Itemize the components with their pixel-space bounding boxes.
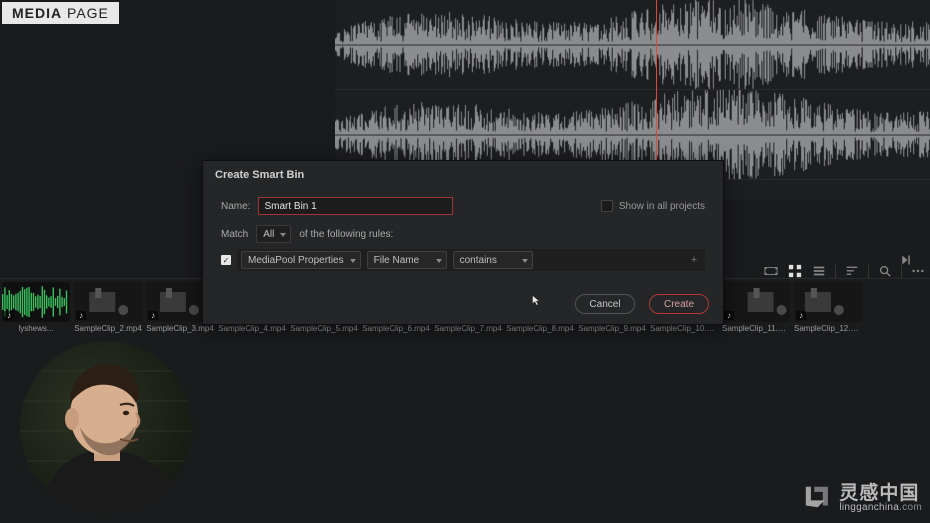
grid-icon[interactable] bbox=[787, 264, 803, 278]
bin-name-input[interactable] bbox=[258, 197, 453, 215]
clip-name-label: SampleClip_12.mp4 bbox=[794, 324, 862, 333]
music-note-icon: ♪ bbox=[76, 311, 86, 320]
show-all-checkbox[interactable] bbox=[601, 200, 613, 212]
page-badge: MEDIA PAGE bbox=[2, 2, 119, 24]
music-note-icon: ♪ bbox=[4, 311, 14, 320]
page-badge-bold: MEDIA bbox=[12, 5, 62, 21]
options-icon[interactable] bbox=[910, 264, 926, 278]
clip-name-label: SampleClip_2.mp4 bbox=[74, 324, 142, 333]
clip-name-label: SampleClip_5.mp4 bbox=[290, 324, 358, 333]
waveform-canvas-1 bbox=[335, 0, 930, 89]
clip-item[interactable]: ♪ SampleClip_2.mp4 bbox=[74, 282, 142, 338]
clip-name-label: SampleClip_3.mp4 bbox=[146, 324, 214, 333]
add-rule-button[interactable]: + bbox=[687, 253, 701, 267]
dialog-title: Create Smart Bin bbox=[203, 161, 723, 187]
music-note-icon: ♪ bbox=[724, 311, 734, 320]
watermark-text: 灵感中国 lingganchina.com bbox=[839, 484, 922, 513]
clip-name-label: SampleClip_7.mp4 bbox=[434, 324, 502, 333]
list-icon[interactable] bbox=[811, 264, 827, 278]
match-select[interactable]: All bbox=[256, 225, 291, 243]
cursor-icon bbox=[531, 294, 543, 309]
clip-thumbnail[interactable]: ♪ bbox=[2, 282, 70, 322]
clip-item[interactable]: ♪ SampleClip_12.mp4 bbox=[794, 282, 862, 338]
watermark: 灵感中国 lingganchina.com bbox=[799, 480, 922, 517]
create-smart-bin-dialog: Create Smart Bin Name: Show in all proje… bbox=[202, 160, 724, 325]
clip-thumbnail[interactable]: ♪ bbox=[722, 282, 790, 322]
film-strip-icon[interactable] bbox=[763, 264, 779, 278]
show-all-label: Show in all projects bbox=[619, 201, 705, 212]
clip-name-label: SampleClip_9.mp4 bbox=[578, 324, 646, 333]
clip-name-label: SampleClip_6.mp4 bbox=[362, 324, 430, 333]
clip-name-label: SampleClip_11.mp4 bbox=[722, 324, 790, 333]
music-note-icon: ♪ bbox=[796, 311, 806, 320]
rule-source-select[interactable]: MediaPool Properties bbox=[241, 251, 361, 269]
clip-item[interactable]: ♪ lyshews... bbox=[2, 282, 70, 338]
clip-name-label: SampleClip_4.mp4 bbox=[218, 324, 286, 333]
cancel-button[interactable]: Cancel bbox=[575, 294, 635, 314]
separator-icon bbox=[868, 264, 869, 278]
clip-thumbnail[interactable]: ♪ bbox=[794, 282, 862, 322]
clip-name-label: lyshews... bbox=[2, 324, 70, 333]
show-in-all-projects-row[interactable]: Show in all projects bbox=[601, 200, 705, 212]
sort-icon[interactable] bbox=[844, 264, 860, 278]
watermark-logo-icon bbox=[799, 480, 833, 517]
search-icon[interactable] bbox=[877, 264, 893, 278]
match-suffix: of the following rules: bbox=[299, 229, 393, 240]
clip-item[interactable]: ♪ SampleClip_11.mp4 bbox=[722, 282, 790, 338]
match-label: Match bbox=[221, 229, 248, 240]
rule-field-select[interactable]: File Name bbox=[367, 251, 447, 269]
watermark-cn: 灵感中国 bbox=[839, 484, 922, 503]
music-note-icon: ♪ bbox=[148, 311, 158, 320]
dialog-footer: Cancel Create bbox=[575, 294, 709, 314]
rule-enabled-checkbox[interactable]: ✓ bbox=[221, 255, 231, 265]
rule-op-select[interactable]: contains bbox=[453, 251, 533, 269]
separator-icon bbox=[835, 264, 836, 278]
name-label: Name: bbox=[221, 201, 250, 212]
clip-name-label: SampleClip_8.mp4 bbox=[506, 324, 574, 333]
rule-container: MediaPool Properties File Name contains … bbox=[237, 249, 705, 271]
separator-icon bbox=[901, 264, 902, 278]
rule-row: ✓ MediaPool Properties File Name contain… bbox=[221, 249, 705, 271]
dialog-body: Name: Show in all projects Match All of … bbox=[203, 187, 723, 275]
watermark-en: lingganchina.com bbox=[839, 503, 922, 513]
app-root: { "header": { "label_bold": "MEDIA", "la… bbox=[0, 0, 930, 523]
clip-name-label: SampleClip_10.mp4 bbox=[650, 324, 718, 333]
presenter-webcam bbox=[20, 341, 192, 513]
clip-thumbnail[interactable]: ♪ bbox=[74, 282, 142, 322]
create-button[interactable]: Create bbox=[649, 294, 709, 314]
page-badge-rest: PAGE bbox=[62, 5, 109, 21]
waveform-track-1[interactable] bbox=[335, 0, 930, 90]
